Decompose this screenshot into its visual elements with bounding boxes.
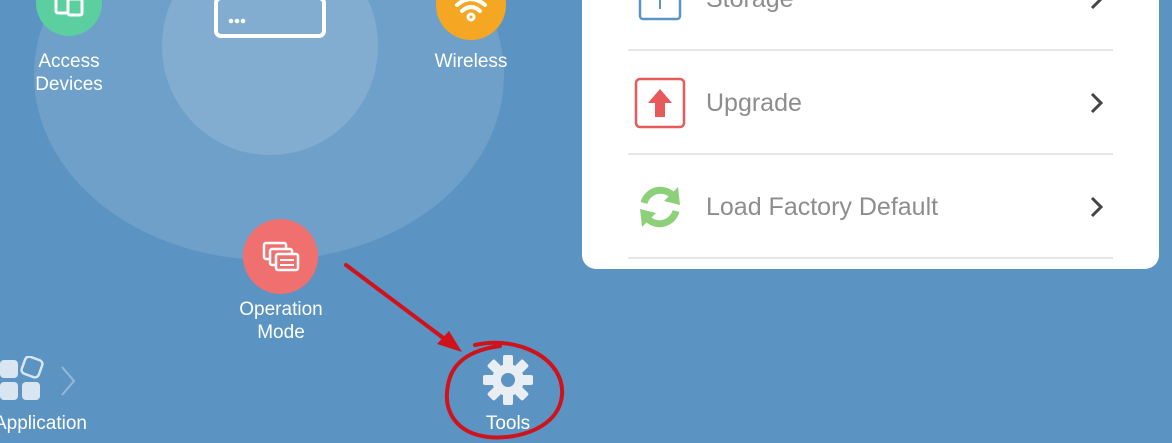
chevron-right-icon bbox=[1083, 193, 1111, 221]
tools-label: Tools bbox=[485, 413, 531, 434]
tools-button[interactable]: Tools bbox=[470, 352, 546, 436]
gear-icon bbox=[483, 355, 533, 405]
operation-mode-label: Operation Mode bbox=[239, 299, 323, 343]
menu-item-load-factory-default[interactable]: Load Factory Default bbox=[628, 155, 1113, 259]
operation-mode-icon bbox=[262, 241, 299, 271]
chevron-right-double-icon bbox=[61, 366, 76, 396]
wifi-icon bbox=[455, 0, 487, 22]
refresh-icon bbox=[634, 181, 686, 233]
usb-icon bbox=[634, 0, 686, 25]
menu-item-label: Load Factory Default bbox=[706, 192, 939, 221]
router-icon bbox=[214, 0, 326, 38]
application-button[interactable]: Application bbox=[0, 356, 92, 436]
menu-item-upgrade[interactable]: Upgrade bbox=[628, 51, 1113, 155]
upgrade-arrow-icon bbox=[634, 77, 686, 129]
application-label: Application bbox=[0, 413, 87, 434]
annotation-arrow-head bbox=[437, 331, 462, 352]
menu-item-label: Storage bbox=[706, 0, 1083, 14]
access-devices-label: Access Devices bbox=[35, 51, 103, 95]
router-dashboard: Access Devices Wireless Operation Mode A… bbox=[0, 0, 1172, 443]
devices-icon bbox=[54, 0, 84, 17]
apps-icon bbox=[0, 356, 44, 400]
wireless-label: Wireless bbox=[434, 51, 508, 72]
router-button[interactable] bbox=[214, 0, 328, 46]
tools-menu-panel: Storage Upgrade bbox=[582, 0, 1159, 269]
chevron-right-icon bbox=[1083, 0, 1111, 13]
menu-item-storage[interactable]: Storage bbox=[628, 0, 1113, 51]
menu-item-label: Upgrade bbox=[706, 88, 802, 117]
divider bbox=[628, 257, 1113, 259]
annotation-arrow-line bbox=[344, 263, 452, 345]
chevron-right-icon bbox=[1083, 89, 1111, 117]
operation-mode-button[interactable] bbox=[243, 219, 318, 294]
